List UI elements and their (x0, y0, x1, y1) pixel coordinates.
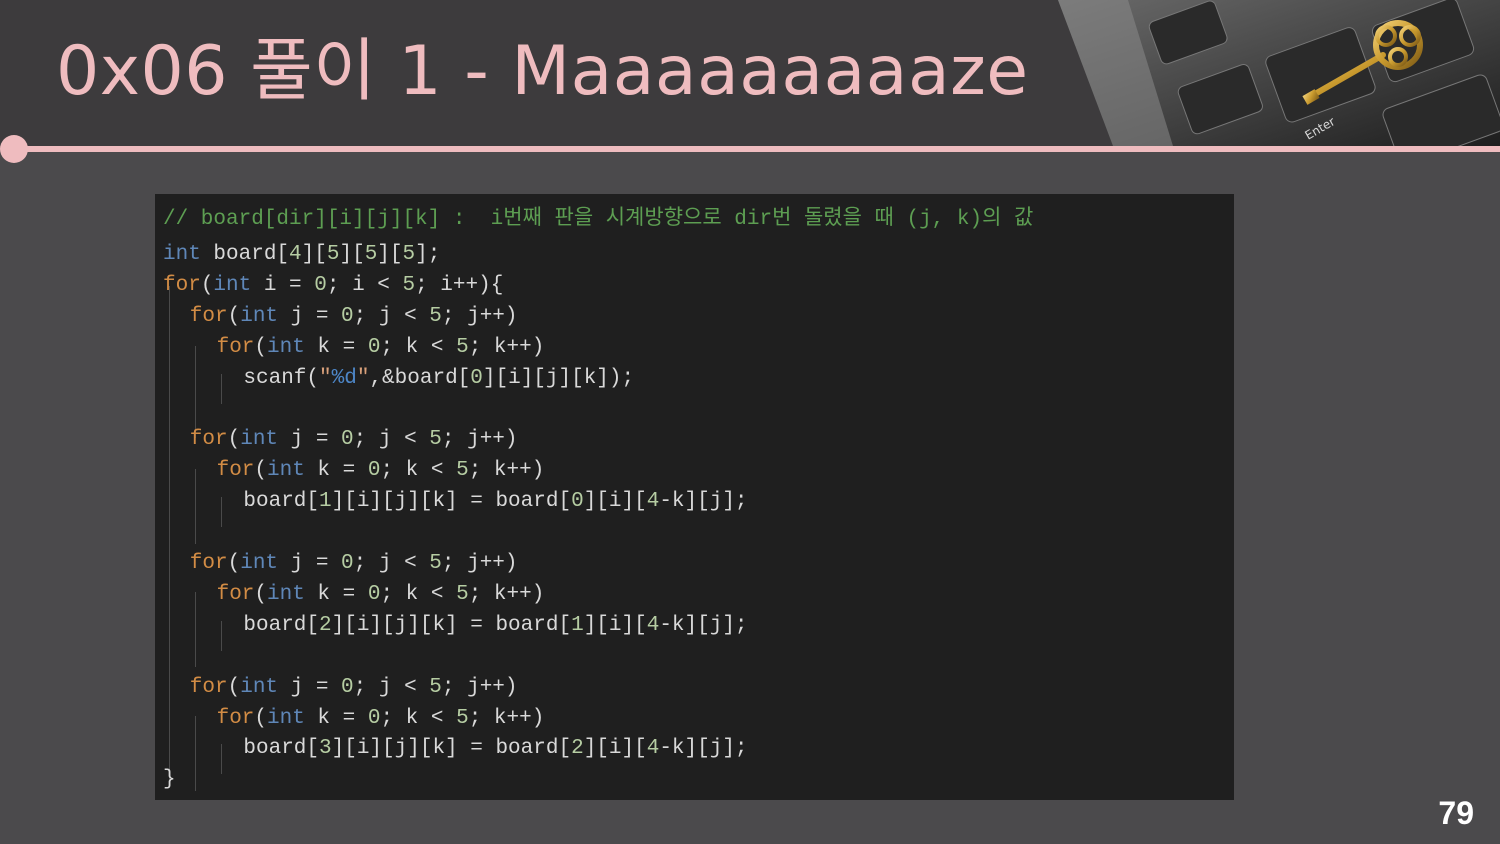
code-line: board[2][i][j][k] = board[1][i][4-k][j]; (243, 613, 748, 637)
indent-guide (221, 374, 222, 404)
indent-guide (221, 621, 222, 651)
code-line: for(int i = 0; i < 5; i++){ (163, 273, 504, 297)
code-line: board[1][i][j][k] = board[0][i][4-k][j]; (243, 490, 748, 514)
code-line: for(int k = 0; k < 5; k++) (216, 459, 545, 483)
indent-guide (195, 716, 196, 791)
code-line: scanf("%d",&board[0][i][j][k]); (243, 366, 635, 390)
code-line: board[3][i][j][k] = board[2][i][4-k][j]; (243, 737, 748, 761)
indent-guide (169, 286, 170, 782)
code-line: int board[4][5][5][5]; (163, 243, 441, 266)
header-rule-dot (0, 135, 28, 163)
code-line: for(int j = 0; j < 5; j++) (189, 428, 518, 452)
code-line: for(int j = 0; j < 5; j++) (189, 304, 518, 328)
slide-header: 0x06 풀이 1 - Maaaaaaaaaze Enter (0, 0, 1500, 148)
header-rule (10, 146, 1500, 152)
code-line: for(int k = 0; k < 5; k++) (216, 706, 545, 730)
indent-guide (195, 469, 196, 544)
indent-guide (221, 744, 222, 774)
code-line: for(int k = 0; k < 5; k++) (216, 582, 545, 606)
page-number: 79 (1438, 795, 1474, 831)
code-line: for(int j = 0; j < 5; j++) (189, 552, 518, 575)
code-line: for(int k = 0; k < 5; k++) (216, 335, 545, 359)
code-line: for(int j = 0; j < 5; j++) (189, 675, 518, 699)
code-block: // board[dir][i][j][k] : i번째 판을 시계방향으로 d… (155, 194, 1234, 800)
code-line: } (163, 768, 176, 792)
indent-guide (221, 497, 222, 527)
code-comment: // board[dir][i][j][k] : i번째 판을 시계방향으로 d… (163, 208, 1034, 231)
keyboard-key-photo: Enter (1058, 0, 1500, 146)
slide-title: 0x06 풀이 1 - Maaaaaaaaaze (56, 32, 1029, 111)
indent-guide (195, 592, 196, 667)
